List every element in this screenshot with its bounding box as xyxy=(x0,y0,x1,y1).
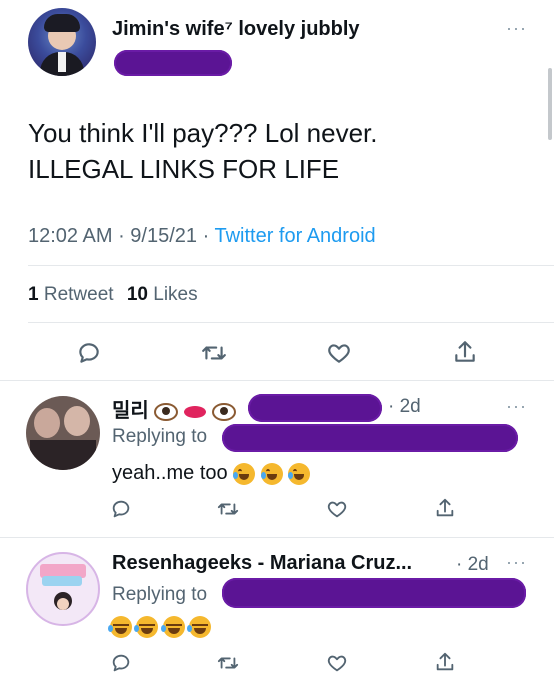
reply-icon[interactable] xyxy=(110,652,132,674)
face-with-tears-of-joy-icon xyxy=(134,616,159,638)
eye-icon xyxy=(211,402,236,421)
retweet-count-link[interactable]: 1 Retweet xyxy=(28,284,119,305)
redacted-handle xyxy=(114,50,232,76)
replying-to-label: Replying to xyxy=(112,584,208,605)
reply-icon[interactable] xyxy=(76,340,102,366)
reply-text-content: yeah..me too xyxy=(112,462,228,484)
separator-dot: · xyxy=(202,225,215,247)
retweet-icon[interactable] xyxy=(200,340,228,366)
more-options-icon[interactable]: ··· xyxy=(506,552,527,573)
divider xyxy=(28,265,554,266)
tweet-timestamp: 12:02 AM · 9/15/21 · Twitter for Android xyxy=(28,225,376,248)
reply-author-name[interactable]: 밀리 xyxy=(112,394,236,423)
rolling-on-floor-laughing-icon xyxy=(260,462,283,485)
rolling-on-floor-laughing-icon xyxy=(288,462,311,485)
reply-age[interactable]: · 2d xyxy=(388,396,421,418)
like-icon[interactable] xyxy=(326,498,348,520)
more-options-icon[interactable]: ··· xyxy=(506,18,527,39)
share-icon[interactable] xyxy=(434,496,456,520)
share-icon[interactable] xyxy=(434,650,456,674)
more-options-icon[interactable]: ··· xyxy=(506,396,527,417)
share-icon[interactable] xyxy=(452,338,478,366)
author-display-name[interactable]: Jimin's wife⁷ lovely jubbly xyxy=(112,18,360,41)
like-count-link[interactable]: 10 Likes xyxy=(127,284,198,305)
reply-display-name[interactable]: Resenhageeks - Mariana Cruz... xyxy=(112,552,412,575)
like-icon[interactable] xyxy=(326,340,352,366)
face-with-tears-of-joy-icon xyxy=(187,616,212,638)
tweet-date[interactable]: 9/15/21 xyxy=(130,225,197,247)
eye-icon xyxy=(154,402,179,421)
reply-icon[interactable] xyxy=(110,498,132,520)
replying-to-label: Replying to xyxy=(112,426,208,447)
retweet-count: 1 xyxy=(28,284,39,305)
author-avatar[interactable] xyxy=(28,8,96,76)
divider xyxy=(0,537,554,538)
tweet-time[interactable]: 12:02 AM xyxy=(28,225,113,247)
reply-avatar[interactable] xyxy=(26,552,100,626)
reply-display-name: 밀리 xyxy=(112,400,149,422)
reply-avatar[interactable] xyxy=(26,396,100,470)
like-count: 10 xyxy=(126,284,148,305)
divider xyxy=(0,380,554,381)
face-with-tears-of-joy-icon xyxy=(108,616,132,638)
redacted-mention xyxy=(222,424,518,452)
separator-dot: · xyxy=(118,225,131,247)
tweet-text-line-1: You think I'll pay??? Lol never. xyxy=(28,118,378,148)
retweet-icon[interactable] xyxy=(216,498,240,520)
like-icon[interactable] xyxy=(326,652,348,674)
reply-age[interactable]: · 2d xyxy=(456,554,489,576)
redacted-mention xyxy=(222,578,526,608)
like-label: Likes xyxy=(153,284,198,305)
reply-emojis xyxy=(108,616,212,638)
scrollbar[interactable] xyxy=(548,68,552,140)
rolling-on-floor-laughing-icon xyxy=(233,462,256,485)
reply-text: yeah..me too xyxy=(112,462,311,485)
engagement-counts: 1 Retweet 10 Likes xyxy=(28,284,198,306)
redacted-handle xyxy=(248,394,382,422)
tweet-text-line-2: ILLEGAL LINKS FOR LIFE xyxy=(28,154,340,184)
retweet-icon[interactable] xyxy=(216,652,240,674)
divider xyxy=(28,322,554,323)
face-with-tears-of-joy-icon xyxy=(160,616,185,638)
lips-icon xyxy=(183,405,206,418)
tweet-source[interactable]: Twitter for Android xyxy=(214,225,375,247)
retweet-label: Retweet xyxy=(43,284,114,305)
